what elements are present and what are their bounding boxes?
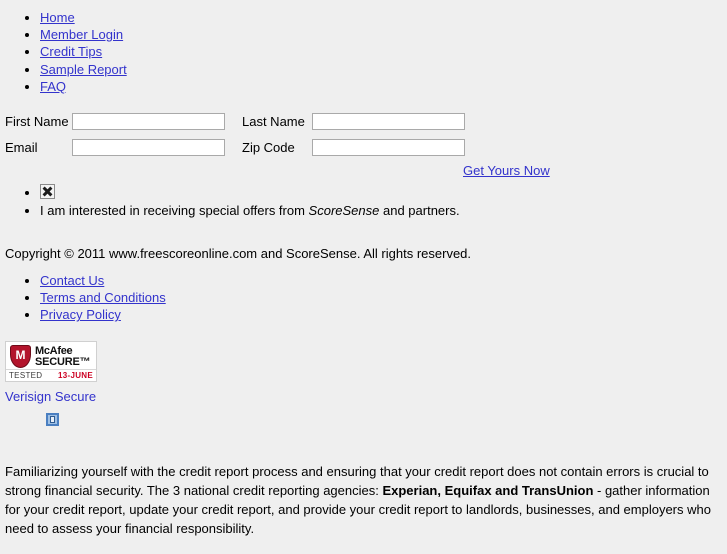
- email-input[interactable]: [72, 138, 225, 156]
- footer-navigation: Contact Us Terms and Conditions Privacy …: [0, 272, 727, 324]
- form-row-email-zip: Email Zip Code: [5, 134, 727, 160]
- footer-link-terms-and-conditions[interactable]: Terms and Conditions: [40, 290, 166, 305]
- verisign-secure-row: Verisign Secure: [0, 389, 727, 404]
- footer-item-terms[interactable]: Terms and Conditions: [40, 289, 727, 306]
- nav-item-faq[interactable]: FAQ: [40, 78, 727, 95]
- offers-list: I am interested in receiving special off…: [0, 184, 727, 219]
- main-navigation: Home Member Login Credit Tips Sample Rep…: [0, 9, 727, 95]
- first-name-input[interactable]: [72, 112, 225, 130]
- last-name-label: Last Name: [242, 113, 305, 129]
- footer-item-contact-us[interactable]: Contact Us: [40, 272, 727, 289]
- zip-code-label: Zip Code: [242, 139, 295, 155]
- copyright-text: Copyright © 2011 www.freescoreonline.com…: [5, 246, 472, 262]
- form-row-names: First Name Last Name: [5, 108, 727, 134]
- nav-link-member-login[interactable]: Member Login: [40, 27, 123, 42]
- nav-item-member-login[interactable]: Member Login: [40, 26, 727, 43]
- mcafee-shield-icon: M: [10, 344, 31, 368]
- nav-item-sample-report[interactable]: Sample Report: [40, 61, 727, 78]
- mcafee-secure-text: SECURE™: [35, 355, 91, 368]
- footer-item-privacy[interactable]: Privacy Policy: [40, 306, 727, 323]
- nav-item-credit-tips[interactable]: Credit Tips: [40, 43, 727, 60]
- list-item-offers-text: I am interested in receiving special off…: [40, 202, 727, 220]
- nav-link-sample-report[interactable]: Sample Report: [40, 62, 127, 77]
- mcafee-tested-label: TESTED: [9, 370, 43, 380]
- informational-paragraph: Familiarizing yourself with the credit r…: [0, 462, 727, 538]
- credit-bureaus-names: Experian, Equifax and TransUnion: [382, 482, 594, 498]
- scoresense-brand: ScoreSense: [308, 202, 380, 218]
- trust-badges: M McAfee SECURE™ TESTED 13-JUNE: [0, 340, 727, 382]
- verisign-broken-image-icon: [46, 412, 59, 426]
- offers-text-post: and partners.: [379, 202, 460, 218]
- first-name-label: First Name: [5, 113, 69, 129]
- email-label: Email: [5, 139, 38, 155]
- get-yours-now-link[interactable]: Get Yours Now: [463, 163, 550, 178]
- nav-link-home[interactable]: Home: [40, 10, 75, 25]
- nav-link-faq[interactable]: FAQ: [40, 79, 66, 94]
- verisign-secure-link[interactable]: Verisign Secure: [5, 389, 96, 404]
- zip-code-input[interactable]: [312, 138, 465, 156]
- mcafee-secure-badge[interactable]: M McAfee SECURE™ TESTED 13-JUNE: [5, 340, 97, 382]
- mcafee-tested-date: 13-JUNE: [57, 370, 93, 380]
- offers-text-pre: I am interested in receiving special off…: [40, 202, 309, 218]
- verisign-image-row: [0, 412, 727, 429]
- nav-item-home[interactable]: Home: [40, 9, 727, 26]
- cta-row: Get Yours Now: [0, 163, 727, 178]
- last-name-input[interactable]: [312, 112, 465, 130]
- mcafee-badge-top: M McAfee SECURE™: [6, 342, 96, 369]
- nav-link-credit-tips[interactable]: Credit Tips: [40, 44, 102, 59]
- mcafee-badge-bottom: TESTED 13-JUNE: [6, 368, 96, 381]
- list-item-broken-image: [40, 184, 727, 202]
- mcafee-brand-text: McAfee: [35, 344, 73, 357]
- footer-link-privacy-policy[interactable]: Privacy Policy: [40, 307, 121, 322]
- broken-image-icon: [40, 184, 55, 200]
- signup-form: First Name Last Name Email Zip Code: [0, 108, 727, 160]
- mcafee-wordmark: McAfee SECURE™: [35, 344, 91, 368]
- footer-link-contact-us[interactable]: Contact Us: [40, 273, 104, 288]
